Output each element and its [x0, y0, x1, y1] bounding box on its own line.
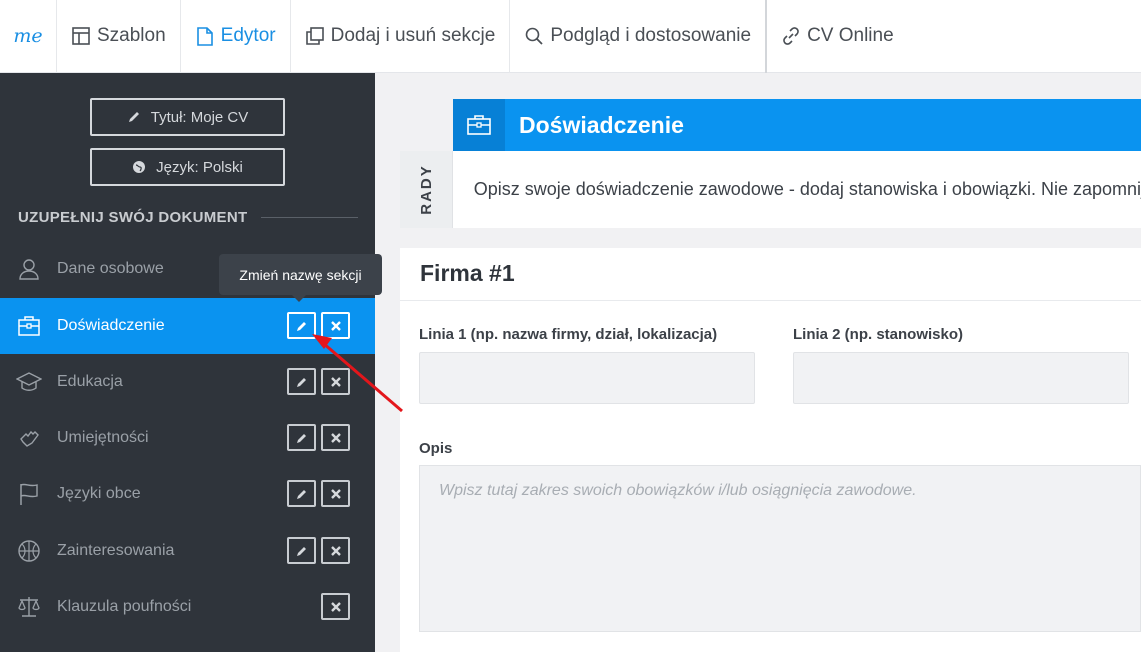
globe-icon: [133, 161, 146, 173]
app-logo[interactable]: me: [0, 0, 57, 73]
title-button[interactable]: Tytuł: Moje CV: [90, 98, 285, 136]
graduation-cap-icon: [15, 368, 43, 396]
user-icon: [15, 255, 43, 283]
tooltip-text: Zmień nazwę sekcji: [239, 266, 362, 283]
rename-section-button[interactable]: [287, 312, 316, 339]
sidebar-item-label: Doświadczenie: [57, 317, 165, 334]
tips-tab-label: RADY: [417, 164, 435, 215]
document-icon: [195, 26, 215, 46]
pencil-icon: [296, 546, 306, 556]
search-icon: [524, 26, 544, 46]
link-icon: [781, 26, 801, 46]
divider: [400, 300, 1141, 301]
section-heading-label: UZUPEŁNIJ SWÓJ DOKUMENT: [18, 209, 248, 226]
sidebar-item-label: Umiejętności: [57, 429, 149, 446]
section-header: Doświadczenie: [453, 99, 1141, 151]
top-navigation-bar: me Szablon Edytor Dodaj i usuń sekcje Po…: [0, 0, 1141, 73]
sidebar-item-label: Klauzula poufności: [57, 598, 192, 615]
rename-section-button[interactable]: [287, 424, 316, 451]
close-icon: [330, 601, 341, 612]
company-entry-card: Firma #1 Linia 1 (np. nazwa firmy, dział…: [400, 248, 1141, 652]
remove-section-button[interactable]: [321, 593, 350, 620]
close-icon: [330, 545, 341, 556]
line1-label: Linia 1 (np. nazwa firmy, dział, lokaliz…: [419, 326, 718, 343]
briefcase-icon: [15, 312, 43, 340]
tips-tab[interactable]: RADY: [400, 151, 453, 228]
pencil-icon: [128, 112, 139, 122]
sidebar-item-edukacja[interactable]: Edukacja: [0, 354, 375, 410]
description-placeholder: Wpisz tutaj zakres swoich obowiązków i/l…: [439, 482, 917, 499]
nav-podglad[interactable]: Podgląd i dostosowanie: [510, 0, 768, 73]
remove-section-button[interactable]: [321, 480, 350, 507]
company-title: Firma #1: [420, 260, 515, 286]
nav-szablon[interactable]: Szablon: [57, 0, 181, 73]
sidebar-item-label: Języki obce: [57, 485, 141, 502]
line2-label: Linia 2 (np. stanowisko): [793, 326, 964, 343]
close-icon: [330, 432, 341, 443]
sidebar-item-label: Dane osobowe: [57, 260, 164, 277]
nav-edytor[interactable]: Edytor: [181, 0, 291, 73]
copy-icon: [305, 26, 325, 46]
sidebar-item-doswiadczenie[interactable]: Doświadczenie: [0, 298, 375, 354]
close-icon: [330, 320, 341, 331]
flag-icon: [15, 480, 43, 508]
close-icon: [330, 376, 341, 387]
pencil-icon: [296, 433, 306, 443]
description-label: Opis: [419, 440, 453, 457]
pencil-icon: [296, 321, 306, 331]
remove-section-button[interactable]: [321, 368, 350, 395]
title-button-label: Tytuł: Moje CV: [150, 108, 249, 126]
sidebar-item-label: Zainteresowania: [57, 542, 175, 559]
nav-dodaj-usun-sekcje-label: Dodaj i usuń sekcje: [330, 25, 496, 46]
rename-section-button[interactable]: [287, 480, 316, 507]
section-heading: UZUPEŁNIJ SWÓJ DOKUMENT: [18, 209, 358, 226]
sidebar-item-umiejetnosci[interactable]: Umiejętności: [0, 410, 375, 466]
basketball-icon: [15, 537, 43, 565]
briefcase-icon: [453, 99, 505, 151]
section-title: Doświadczenie: [519, 111, 684, 138]
scale-icon: [15, 593, 43, 621]
language-button[interactable]: Język: Polski: [90, 148, 285, 186]
nav-cv-online-label: CV Online: [807, 25, 894, 46]
sidebar: Tytuł: Moje CV Język: Polski UZUPEŁNIJ S…: [0, 73, 375, 652]
pencil-icon: [296, 377, 306, 387]
hand-icon: [15, 424, 43, 452]
nav-cv-online[interactable]: CV Online: [767, 0, 908, 73]
description-textarea[interactable]: Wpisz tutaj zakres swoich obowiązków i/l…: [419, 465, 1141, 632]
sidebar-item-label: Edukacja: [57, 373, 123, 390]
tips-panel: RADY Opisz swoje doświadczenie zawodowe …: [400, 151, 1141, 228]
tips-text: Opisz swoje doświadczenie zawodowe - dod…: [473, 179, 1141, 199]
pencil-icon: [296, 489, 306, 499]
remove-section-button[interactable]: [321, 424, 350, 451]
nav-szablon-label: Szablon: [97, 25, 166, 46]
line2-input[interactable]: [793, 352, 1129, 404]
rename-section-button[interactable]: [287, 368, 316, 395]
nav-podglad-label: Podgląd i dostosowanie: [550, 25, 752, 46]
rename-section-button[interactable]: [287, 537, 316, 564]
rename-section-tooltip: Zmień nazwę sekcji: [219, 254, 382, 302]
sidebar-item-zainteresowania[interactable]: Zainteresowania: [0, 523, 375, 579]
sidebar-item-jezyki-obce[interactable]: Języki obce: [0, 466, 375, 522]
template-icon: [71, 26, 91, 46]
remove-section-button[interactable]: [321, 312, 350, 339]
close-icon: [330, 488, 341, 499]
nav-dodaj-usun-sekcje[interactable]: Dodaj i usuń sekcje: [291, 0, 511, 73]
line1-input[interactable]: [419, 352, 755, 404]
language-button-label: Język: Polski: [156, 158, 243, 176]
sidebar-item-klauzula-poufnosci[interactable]: Klauzula poufności: [0, 579, 375, 635]
nav-edytor-label: Edytor: [220, 25, 276, 46]
remove-section-button[interactable]: [321, 537, 350, 564]
